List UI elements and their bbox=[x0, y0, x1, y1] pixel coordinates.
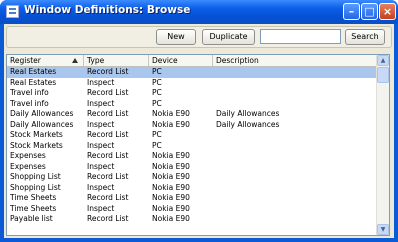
window-icon bbox=[6, 5, 19, 18]
new-button[interactable]: New bbox=[156, 29, 196, 45]
table-cell-type: Record List bbox=[87, 193, 129, 202]
table-cell-device: PC bbox=[152, 140, 162, 150]
table-cell-device: Nokia E90 bbox=[152, 161, 190, 171]
table-cell-register: Daily Allowances bbox=[10, 119, 74, 129]
table-row[interactable]: Travel info Inspect PC bbox=[7, 99, 377, 110]
minimize-icon[interactable]: – bbox=[343, 3, 360, 20]
table-cell-device: PC bbox=[152, 67, 162, 76]
table-header: Register Type Device Description bbox=[7, 55, 377, 67]
table-cell-device: Nokia E90 bbox=[152, 193, 190, 202]
vertical-scrollbar[interactable]: ▲ ▼ bbox=[376, 55, 389, 235]
table-cell-type: Inspect bbox=[87, 119, 115, 129]
table-cell-type: Record List bbox=[87, 109, 129, 118]
table-cell-device: Nokia E90 bbox=[152, 172, 190, 181]
table-cell-device: PC bbox=[152, 98, 162, 108]
table-cell-type: Inspect bbox=[87, 203, 115, 213]
table-cell-register: Time Sheets bbox=[10, 193, 57, 202]
table-row[interactable]: Shopping List Inspect Nokia E90 bbox=[7, 183, 377, 194]
table-row[interactable]: Stock Markets Inspect PC bbox=[7, 141, 377, 152]
table-row[interactable]: Time Sheets Inspect Nokia E90 bbox=[7, 204, 377, 215]
title-bar[interactable]: Window Definitions: Browse – □ × bbox=[0, 0, 398, 24]
table-row[interactable]: Shopping List Record List Nokia E90 bbox=[7, 172, 377, 183]
table-cell-type: Record List bbox=[87, 88, 129, 97]
search-input[interactable] bbox=[260, 29, 341, 44]
table-row[interactable]: Stock Markets Record List PC bbox=[7, 130, 377, 141]
maximize-icon[interactable]: □ bbox=[361, 3, 378, 20]
table-cell-register: Stock Markets bbox=[10, 140, 63, 150]
table-row[interactable]: Real Estates Record List PC bbox=[7, 67, 377, 78]
table-cell-device: PC bbox=[152, 88, 162, 97]
scroll-down-icon[interactable]: ▼ bbox=[377, 224, 389, 235]
table-row[interactable]: Real Estates Inspect PC bbox=[7, 78, 377, 89]
column-header-description[interactable]: Description bbox=[213, 55, 377, 66]
table-cell-type: Record List bbox=[87, 151, 129, 160]
table-cell-register: Expenses bbox=[10, 151, 46, 160]
table-cell-description: Daily Allowances bbox=[216, 109, 280, 118]
toolbar: New Duplicate Search bbox=[6, 26, 392, 48]
table-row[interactable]: Expenses Record List Nokia E90 bbox=[7, 151, 377, 162]
column-header-type[interactable]: Type bbox=[84, 55, 149, 66]
table-cell-register: Daily Allowances bbox=[10, 109, 74, 118]
table-cell-type: Record List bbox=[87, 172, 129, 181]
table-cell-register: Travel info bbox=[10, 98, 49, 108]
table-cell-device: PC bbox=[152, 77, 162, 87]
table-row[interactable]: Time Sheets Record List Nokia E90 bbox=[7, 193, 377, 204]
browse-table: Register Type Device Description Real Es… bbox=[6, 54, 390, 236]
table-cell-device: Nokia E90 bbox=[152, 151, 190, 160]
table-row[interactable]: Daily Allowances Inspect Nokia E90 Daily Al… bbox=[7, 120, 377, 131]
table-cell-register: Shopping List bbox=[10, 172, 61, 181]
table-cell-device: Nokia E90 bbox=[152, 214, 190, 223]
table-cell-device: Nokia E90 bbox=[152, 182, 190, 192]
table-cell-type: Inspect bbox=[87, 140, 115, 150]
table-cell-register: Stock Markets bbox=[10, 130, 63, 139]
table-cell-type: Record List bbox=[87, 214, 129, 223]
table-row[interactable]: Expenses Inspect Nokia E90 bbox=[7, 162, 377, 173]
table-row[interactable]: Daily Allowances Record List Nokia E90 Dail… bbox=[7, 109, 377, 120]
table-row[interactable]: Travel info Record List PC bbox=[7, 88, 377, 99]
scroll-up-icon[interactable]: ▲ bbox=[377, 55, 389, 66]
table-cell-register: Real Estates bbox=[10, 67, 57, 76]
table-row[interactable]: Payable list Record List Nokia E90 bbox=[7, 214, 377, 225]
table-cell-type: Record List bbox=[87, 67, 129, 76]
table-cell-register: Time Sheets bbox=[10, 203, 57, 213]
search-button[interactable]: Search bbox=[345, 29, 385, 45]
column-header-label: Register bbox=[10, 56, 41, 65]
table-cell-register: Shopping List bbox=[10, 182, 61, 192]
column-header-device[interactable]: Device bbox=[149, 55, 213, 66]
close-icon[interactable]: × bbox=[379, 3, 396, 20]
table-cell-device: Nokia E90 bbox=[152, 109, 190, 118]
table-cell-type: Inspect bbox=[87, 77, 115, 87]
table-cell-device: Nokia E90 bbox=[152, 119, 190, 129]
table-cell-device: PC bbox=[152, 130, 162, 139]
window-frame: Window Definitions: Browse – □ × New Dup… bbox=[0, 0, 398, 242]
window-client-area: New Duplicate Search Register Type Devic… bbox=[4, 24, 394, 238]
table-cell-type: Record List bbox=[87, 130, 129, 139]
table-cell-device: Nokia E90 bbox=[152, 203, 190, 213]
window-title: Window Definitions: Browse bbox=[24, 4, 191, 16]
table-cell-register: Travel info bbox=[10, 88, 49, 97]
sort-ascending-icon bbox=[72, 58, 78, 63]
scroll-thumb[interactable] bbox=[377, 67, 389, 83]
table-cell-description: Daily Allowances bbox=[216, 119, 280, 129]
table-cell-register: Expenses bbox=[10, 161, 46, 171]
table-cell-type: Inspect bbox=[87, 98, 115, 108]
table-cell-type: Inspect bbox=[87, 182, 115, 192]
table-cell-register: Payable list bbox=[10, 214, 53, 223]
duplicate-button[interactable]: Duplicate bbox=[202, 29, 255, 45]
table-cell-register: Real Estates bbox=[10, 77, 57, 87]
table-cell-type: Inspect bbox=[87, 161, 115, 171]
table-body: Real Estates Record List PC Real Estates Ins… bbox=[7, 67, 377, 225]
column-header-register[interactable]: Register bbox=[7, 55, 84, 66]
